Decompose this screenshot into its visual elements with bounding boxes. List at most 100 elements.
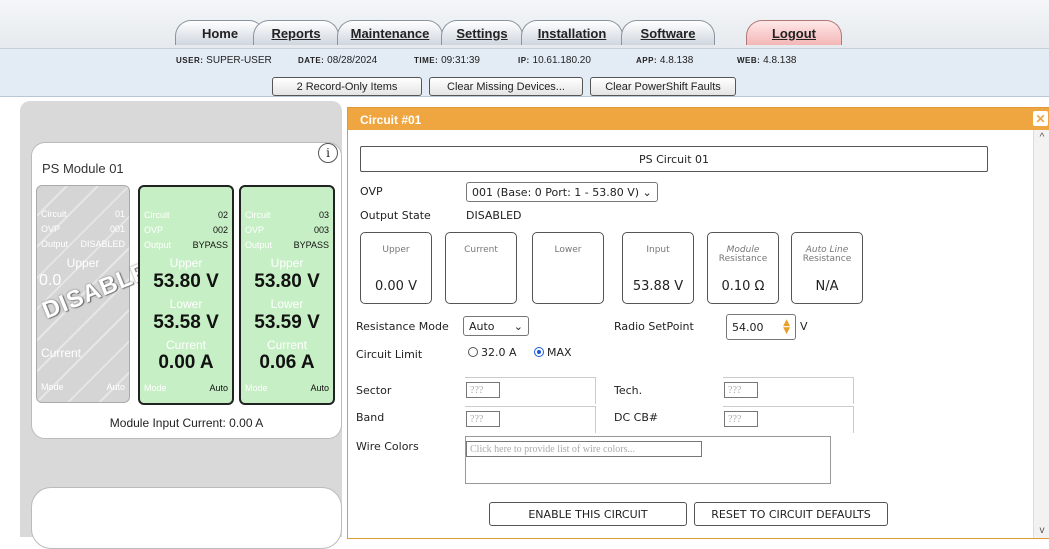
card-output-label: Output (245, 240, 273, 250)
wire-colors-input[interactable]: Click here to provide list of wire color… (466, 441, 702, 457)
card-lower-value: 53.58 V (153, 312, 219, 333)
card-circuit-label: Circuit (41, 209, 67, 219)
time-info: TIME: 09:31:39 (414, 55, 480, 66)
card-output-value: DISABLED (80, 239, 125, 249)
circuit-card-03[interactable]: Circuit 03 OVP 003 Output BYPASS Upper 53.8… (239, 185, 335, 405)
tab-home-label: Home (201, 25, 239, 41)
top-nav-bar: Home Reports Maintenance Settings Instal… (0, 0, 1049, 49)
app-version-info: APP: 4.8.138 (636, 55, 694, 66)
card-ovp-label: OVP (245, 225, 265, 235)
radio-selected-icon[interactable] (534, 347, 544, 357)
ip-info: IP: 10.61.180.20 (518, 55, 591, 66)
dc-cb-input[interactable]: ??? (724, 411, 758, 427)
measure-current: Current (445, 232, 517, 304)
card-mode-value: Auto (209, 383, 228, 393)
card-current-label: Current (41, 346, 82, 360)
circuit-limit-label: Circuit Limit (356, 348, 423, 361)
measure-lower: Lower (532, 232, 604, 304)
clear-powershift-faults-button[interactable]: Clear PowerShift Faults (590, 77, 736, 96)
card-upper-value: 53.80 V (254, 271, 320, 292)
radio-setpoint-value: 54.00 (732, 320, 764, 334)
card-mode-value: Auto (106, 382, 125, 392)
card-mode-label: Mode (41, 382, 64, 392)
tab-installation-label: Installation (537, 25, 607, 41)
scroll-down-icon[interactable]: v (1036, 525, 1048, 536)
tab-software[interactable]: Software (621, 20, 715, 45)
tab-maintenance[interactable]: Maintenance (337, 20, 443, 45)
limit-option-max[interactable]: MAX (534, 346, 572, 359)
card-circuit-label: Circuit (144, 210, 170, 220)
resistance-mode-value: Auto (469, 319, 495, 333)
info-icon[interactable]: i (318, 143, 338, 163)
measure-label-2: Resistance (802, 254, 852, 264)
dialog-title: Circuit #01 (360, 113, 422, 127)
tab-installation[interactable]: Installation (521, 20, 623, 45)
card-circuit-label: Circuit (245, 210, 271, 220)
card-circuit-value: 03 (318, 210, 329, 220)
measure-label: Upper (382, 245, 410, 255)
measure-label: Current (464, 245, 498, 255)
module-title: PS Module 01 (42, 161, 124, 176)
card-output-label: Output (144, 240, 172, 250)
reset-circuit-defaults-button[interactable]: RESET TO CIRCUIT DEFAULTS (694, 502, 888, 526)
card-lower-label: Lower (169, 297, 203, 311)
tab-reports[interactable]: Reports (253, 20, 339, 45)
module-input-current: Module Input Current: 0.00 A (109, 416, 264, 430)
band-input[interactable]: ??? (466, 411, 500, 427)
card-ovp-label: OVP (144, 225, 164, 235)
tech-input[interactable]: ??? (724, 382, 758, 398)
circuit-card-02[interactable]: Circuit 02 OVP 002 Output BYPASS Upper 53.8… (138, 185, 234, 405)
spinner-icon[interactable]: ▲ ▼ (783, 319, 790, 336)
tab-software-label: Software (640, 25, 696, 41)
measure-auto-line-resistance: Auto Line Resistance N/A (791, 232, 863, 304)
dc-cb-label: DC CB# (614, 411, 659, 424)
radio-setpoint-input[interactable]: 54.00 ▲ ▼ (726, 314, 796, 340)
radio-icon[interactable] (468, 347, 478, 357)
sector-input[interactable]: ??? (466, 382, 500, 398)
card-output-value: BYPASS (192, 240, 228, 250)
wire-colors-label: Wire Colors (356, 440, 419, 453)
measure-value: 0.00 V (375, 279, 417, 294)
enable-circuit-button[interactable]: ENABLE THIS CIRCUIT (489, 502, 687, 526)
clear-missing-devices-button[interactable]: Clear Missing Devices... (429, 77, 583, 96)
web-version-info: WEB: 4.8.138 (737, 55, 797, 66)
dialog-scrollbar[interactable]: ^ v (1033, 130, 1049, 538)
resistance-mode-label: Resistance Mode (356, 320, 449, 333)
limit-option-32a[interactable]: 32.0 A (468, 346, 517, 359)
tab-logout[interactable]: Logout (746, 20, 842, 45)
band-label: Band (356, 411, 385, 424)
record-only-items-button[interactable]: 2 Record-Only Items (272, 77, 422, 96)
limit-option-max-label: MAX (547, 346, 572, 359)
chevron-down-icon: ⌄ (513, 319, 523, 333)
radio-setpoint-unit: V (800, 320, 808, 333)
user-info: USER: SUPER-USER (176, 55, 272, 66)
close-icon[interactable]: ✕ (1033, 111, 1048, 126)
card-circuit-value: 02 (217, 210, 228, 220)
dialog-header: Circuit #01 ✕ (348, 108, 1049, 130)
card-ovp-value: 001 (109, 224, 125, 234)
tech-label: Tech. (614, 384, 643, 397)
output-state-value: DISABLED (466, 209, 522, 222)
session-info-bar: USER: SUPER-USER DATE: 08/28/2024 TIME: … (0, 49, 1049, 97)
circuit-card-01[interactable]: Circuit 01 OVP 001 Output DISABLED Upper 0.… (36, 185, 170, 403)
radio-setpoint-label: Radio SetPoint (614, 320, 694, 333)
card-upper-label: Upper (270, 256, 304, 270)
measure-module-resistance: Module Resistance 0.10 Ω (707, 232, 779, 304)
ovp-label: OVP (360, 185, 383, 198)
card-output-value: BYPASS (293, 240, 329, 250)
tab-settings[interactable]: Settings (441, 20, 523, 45)
scroll-up-icon[interactable]: ^ (1036, 132, 1048, 143)
measure-value: N/A (815, 279, 839, 294)
ovp-select[interactable]: 001 (Base: 0 Port: 1 - 53.80 V) ⌄ (466, 182, 658, 202)
resistance-mode-select[interactable]: Auto ⌄ (463, 316, 529, 336)
circuit-name-field[interactable]: PS Circuit 01 (360, 146, 988, 172)
tab-home[interactable]: Home (175, 20, 265, 45)
ps-module-box-2 (31, 487, 342, 549)
limit-option-32a-label: 32.0 A (481, 346, 517, 359)
output-state-label: Output State (360, 209, 431, 222)
card-current-label: Current (266, 338, 307, 352)
measure-label: Input (646, 245, 670, 255)
card-ovp-value: 002 (212, 225, 228, 235)
measure-label: Lower (554, 245, 582, 255)
card-output-label: Output (41, 239, 69, 249)
